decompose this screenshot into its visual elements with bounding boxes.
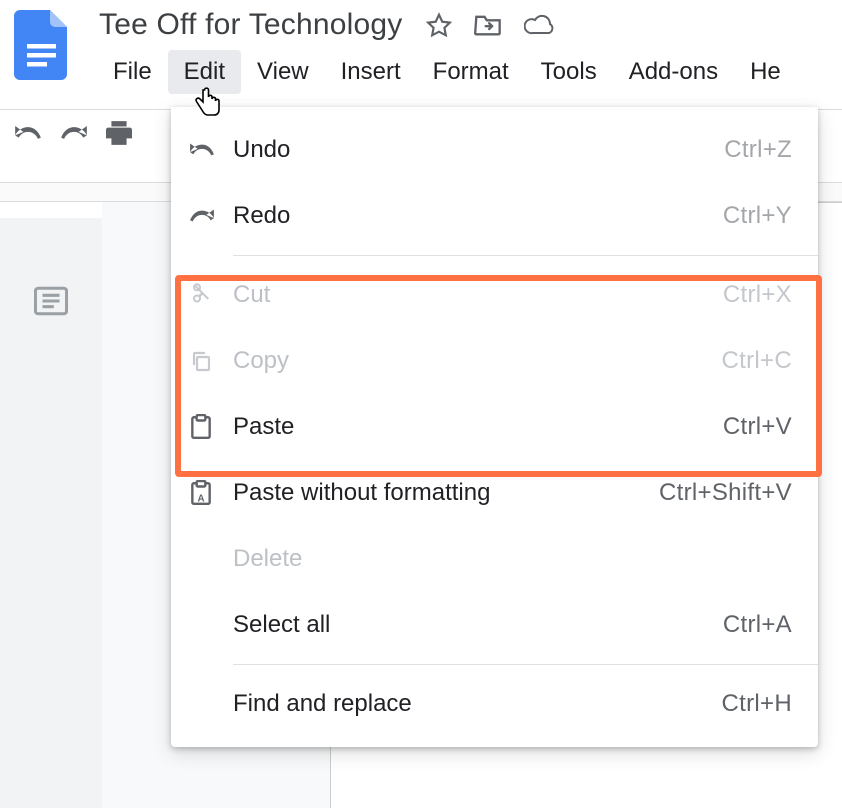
menu-item-shortcut: Ctrl+A <box>723 611 792 639</box>
doc-header-info: Tee Off for Technology <box>97 8 842 94</box>
menu-item-undo[interactable]: Undo Ctrl+Z <box>171 117 818 183</box>
undo-button[interactable] <box>14 123 42 143</box>
menu-item-paste-no-format[interactable]: A Paste without formatting Ctrl+Shift+V <box>171 460 818 526</box>
menu-item-shortcut: Ctrl+C <box>722 347 792 375</box>
star-icon[interactable] <box>426 12 452 38</box>
menu-item-shortcut: Ctrl+H <box>722 690 792 718</box>
menu-item-label: Paste <box>233 413 723 441</box>
move-folder-icon[interactable] <box>474 13 502 37</box>
menu-addons[interactable]: Add-ons <box>613 50 734 94</box>
menu-item-label: Copy <box>233 347 722 375</box>
menu-separator <box>233 664 818 665</box>
outline-sidebar <box>0 218 102 808</box>
outline-icon[interactable] <box>34 286 68 808</box>
menu-item-label: Undo <box>233 136 724 164</box>
menu-item-find-replace[interactable]: Find and replace Ctrl+H <box>171 671 818 737</box>
menu-item-redo[interactable]: Redo Ctrl+Y <box>171 183 818 249</box>
menu-item-shortcut: Ctrl+Y <box>723 202 792 230</box>
app-header: Tee Off for Technology <box>0 0 842 94</box>
menu-item-label: Cut <box>233 281 723 309</box>
menu-file[interactable]: File <box>97 50 168 94</box>
menu-item-select-all[interactable]: Select all Ctrl+A <box>171 592 818 658</box>
menu-tools[interactable]: Tools <box>525 50 613 94</box>
print-button[interactable] <box>106 121 132 145</box>
svg-text:A: A <box>197 494 204 505</box>
edit-menu-dropdown: Undo Ctrl+Z Redo Ctrl+Y Cut Ctrl+X Copy … <box>171 107 818 747</box>
document-title[interactable]: Tee Off for Technology <box>97 8 404 42</box>
menu-item-paste[interactable]: Paste Ctrl+V <box>171 394 818 460</box>
toolbar <box>14 121 132 145</box>
menu-item-delete[interactable]: Delete <box>171 526 818 592</box>
menubar: File Edit View Insert Format Tools Add-o… <box>97 50 842 94</box>
docs-app-icon[interactable] <box>14 10 69 80</box>
menu-insert[interactable]: Insert <box>325 50 417 94</box>
cloud-status-icon[interactable] <box>524 14 554 36</box>
menu-separator <box>233 255 818 256</box>
redo-button[interactable] <box>60 123 88 143</box>
menu-item-shortcut: Ctrl+X <box>723 281 792 309</box>
menu-item-label: Paste without formatting <box>233 479 659 507</box>
menu-edit[interactable]: Edit <box>168 50 241 94</box>
menu-view[interactable]: View <box>241 50 325 94</box>
copy-icon <box>189 349 233 373</box>
menu-item-copy[interactable]: Copy Ctrl+C <box>171 328 818 394</box>
menu-item-label: Select all <box>233 611 723 639</box>
menu-item-shortcut: Ctrl+Shift+V <box>659 479 792 507</box>
menu-item-shortcut: Ctrl+V <box>723 413 792 441</box>
undo-icon <box>189 141 233 159</box>
menu-item-cut[interactable]: Cut Ctrl+X <box>171 262 818 328</box>
cut-icon <box>189 283 233 307</box>
menu-format[interactable]: Format <box>417 50 525 94</box>
menu-item-label: Redo <box>233 202 723 230</box>
menu-item-label: Delete <box>233 545 792 573</box>
menu-item-label: Find and replace <box>233 690 722 718</box>
paste-icon <box>189 414 233 440</box>
paste-no-format-icon: A <box>189 480 233 506</box>
menu-help[interactable]: He <box>734 50 797 94</box>
redo-icon <box>189 207 233 225</box>
menu-item-shortcut: Ctrl+Z <box>724 136 792 164</box>
